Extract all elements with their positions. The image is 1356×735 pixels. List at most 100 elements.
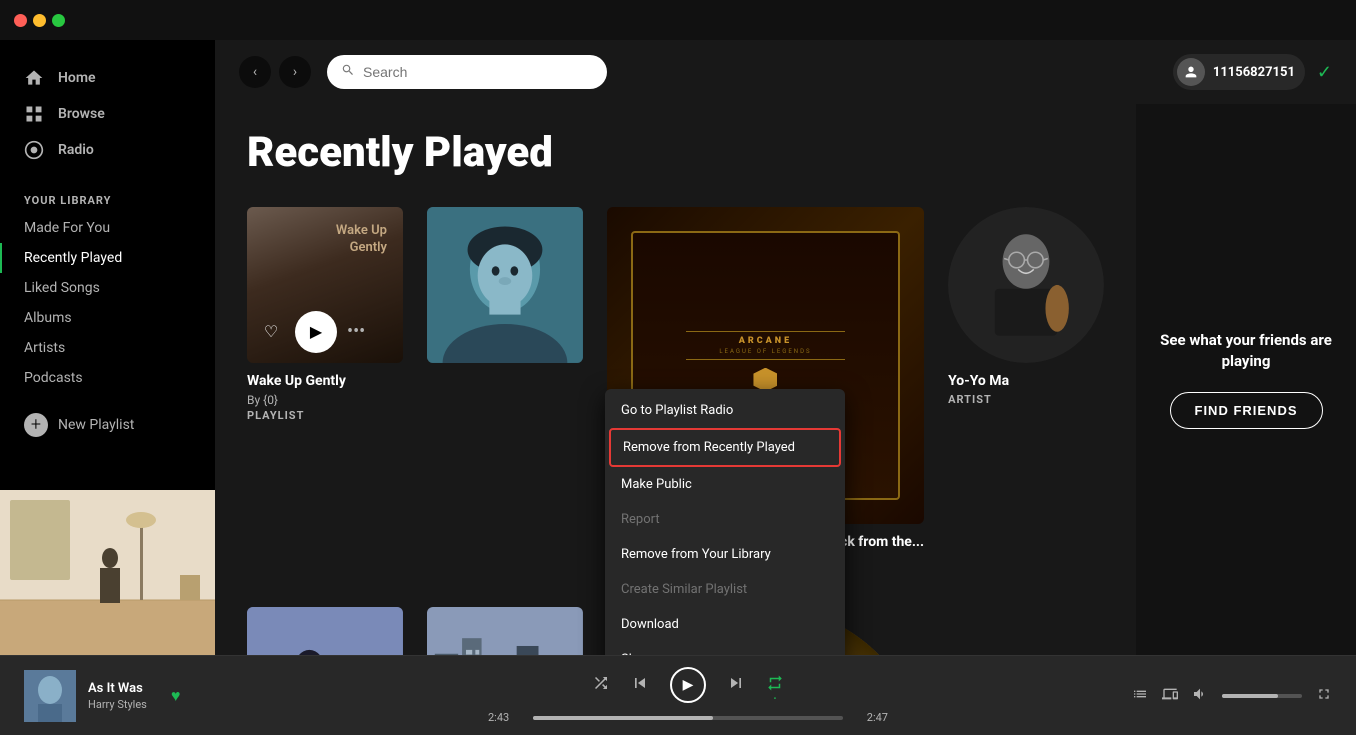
grid-item-person[interactable]	[427, 207, 583, 583]
traffic-lights	[14, 14, 65, 27]
sidebar-item-artists[interactable]: Artists	[0, 333, 215, 363]
app-body: Home Browse Radio YOUR LIBRARY Made For …	[0, 40, 1356, 655]
back-button[interactable]: ‹	[239, 56, 271, 88]
sidebar-item-liked-songs[interactable]: Liked Songs	[0, 273, 215, 303]
player-track-artist: Harry Styles	[88, 698, 147, 711]
context-menu-item-remove-recently-played[interactable]: Remove from Recently Played	[609, 428, 841, 467]
context-menu-item-remove-library[interactable]: Remove from Your Library	[605, 537, 845, 572]
radio-icon	[24, 140, 44, 160]
friends-title: See what your friends are playing	[1156, 330, 1336, 372]
minimize-button[interactable]	[33, 14, 46, 27]
grid-item-duo[interactable]	[247, 607, 403, 655]
shuffle-button[interactable]	[592, 674, 610, 697]
new-playlist-button[interactable]: + New Playlist	[0, 401, 215, 449]
sidebar-radio-label: Radio	[58, 142, 94, 158]
verified-badge: ✓	[1317, 62, 1332, 83]
art-controls: ♡ ▶ •••	[257, 311, 365, 353]
player-thumbnail	[24, 670, 76, 722]
close-button[interactable]	[14, 14, 27, 27]
search-bar[interactable]	[327, 55, 607, 89]
fullscreen-icon[interactable]	[1316, 686, 1332, 706]
progress-bar[interactable]	[533, 716, 843, 720]
user-profile[interactable]: 11156827151	[1173, 54, 1305, 90]
sidebar-item-albums[interactable]: Albums	[0, 303, 215, 333]
art-person	[427, 207, 583, 363]
context-menu-item-go-to-radio[interactable]: Go to Playlist Radio	[605, 393, 845, 428]
main-content: Recently Played Wake UpGently ♡	[215, 104, 1136, 655]
item-title-wug: Wake Up Gently	[247, 373, 403, 389]
grid-item-city[interactable]	[427, 607, 583, 655]
context-menu-item-make-public[interactable]: Make Public	[605, 467, 845, 502]
context-menu: Go to Playlist Radio Remove from Recentl…	[605, 389, 845, 655]
maximize-button[interactable]	[52, 14, 65, 27]
user-name: 11156827151	[1213, 65, 1295, 80]
sidebar-item-radio[interactable]: Radio	[0, 132, 215, 168]
search-input[interactable]	[363, 64, 593, 80]
player-right-controls	[1132, 686, 1332, 706]
search-icon	[341, 63, 355, 81]
art-duo	[247, 607, 403, 655]
repeat-button[interactable]	[766, 674, 784, 697]
play-button[interactable]: ▶	[295, 311, 337, 353]
browse-icon	[24, 104, 44, 124]
forward-button[interactable]: ›	[279, 56, 311, 88]
volume-bar[interactable]	[1222, 694, 1302, 698]
item-subtitle-wug: By {0}	[247, 393, 403, 407]
sidebar-item-home[interactable]: Home	[0, 60, 215, 96]
sidebar-item-recently-played[interactable]: Recently Played	[0, 243, 215, 273]
item-title-yoyoma: Yo-Yo Ma	[948, 373, 1104, 389]
player-track-info: As It Was Harry Styles ♥	[24, 670, 244, 722]
heart-button[interactable]: ♡	[257, 318, 285, 346]
player-track-title: As It Was	[88, 681, 147, 696]
player-heart-button[interactable]: ♥	[171, 686, 181, 706]
sidebar-item-made-for-you[interactable]: Made For You	[0, 213, 215, 243]
context-menu-item-report: Report	[605, 502, 845, 537]
top-bar: ‹ › 11156827151 ✓	[215, 40, 1356, 104]
context-menu-item-create-similar: Create Similar Playlist	[605, 572, 845, 607]
new-playlist-label: New Playlist	[58, 417, 134, 433]
grid-item-wake-up-gently[interactable]: Wake UpGently ♡ ▶ ••• Wake Up Gently	[247, 207, 403, 583]
art-wake-up-gently: Wake UpGently ♡ ▶ •••	[247, 207, 403, 363]
find-friends-button[interactable]: FIND FRIENDS	[1170, 392, 1323, 429]
volume-fill	[1222, 694, 1278, 698]
chevron-right-icon: ›	[825, 653, 829, 656]
plus-icon: +	[24, 413, 48, 437]
more-button[interactable]: •••	[347, 321, 365, 342]
arcane-art-title: ARCANE	[739, 336, 792, 346]
sidebar-browse-label: Browse	[58, 106, 105, 122]
home-icon	[24, 68, 44, 88]
context-menu-item-download[interactable]: Download	[605, 607, 845, 642]
sidebar-album-art	[0, 490, 215, 655]
player-buttons: ▶	[592, 667, 784, 703]
item-label-yoyoma: ARTIST	[948, 393, 1104, 406]
volume-icon[interactable]	[1192, 686, 1208, 706]
title-bar	[0, 0, 1356, 40]
sidebar-item-browse[interactable]: Browse	[0, 96, 215, 132]
bottom-player: As It Was Harry Styles ♥ ▶ 2:43	[0, 655, 1356, 735]
right-panel: See what your friends are playing FIND F…	[1136, 104, 1356, 655]
nav-arrows: ‹ ›	[239, 56, 311, 88]
art-yoyoma	[948, 207, 1104, 363]
sidebar-nav: Home Browse Radio	[0, 50, 215, 178]
previous-button[interactable]	[630, 673, 650, 698]
sidebar: Home Browse Radio YOUR LIBRARY Made For …	[0, 40, 215, 655]
wug-art-text: Wake UpGently	[336, 223, 387, 257]
grid-item-yoyoma[interactable]: Yo-Yo Ma ARTIST	[948, 207, 1104, 583]
top-bar-right: 11156827151 ✓	[1173, 54, 1332, 90]
sidebar-item-podcasts[interactable]: Podcasts	[0, 363, 215, 393]
player-track-details: As It Was Harry Styles	[88, 681, 147, 711]
art-city	[427, 607, 583, 655]
item-label-wug: PLAYLIST	[247, 409, 403, 422]
player-controls: ▶ 2:43 2:47	[244, 667, 1132, 724]
device-icon[interactable]	[1162, 686, 1178, 706]
sidebar-home-label: Home	[58, 70, 96, 86]
progress-fill	[533, 716, 713, 720]
next-button[interactable]	[726, 673, 746, 698]
library-section-label: YOUR LIBRARY	[0, 178, 215, 213]
context-menu-item-share[interactable]: Share ›	[605, 642, 845, 655]
arcane-art-subtitle: LEAGUE OF LEGENDS	[719, 348, 811, 355]
queue-icon[interactable]	[1132, 686, 1148, 706]
avatar	[1177, 58, 1205, 86]
player-play-button[interactable]: ▶	[670, 667, 706, 703]
time-elapsed: 2:43	[488, 711, 523, 724]
